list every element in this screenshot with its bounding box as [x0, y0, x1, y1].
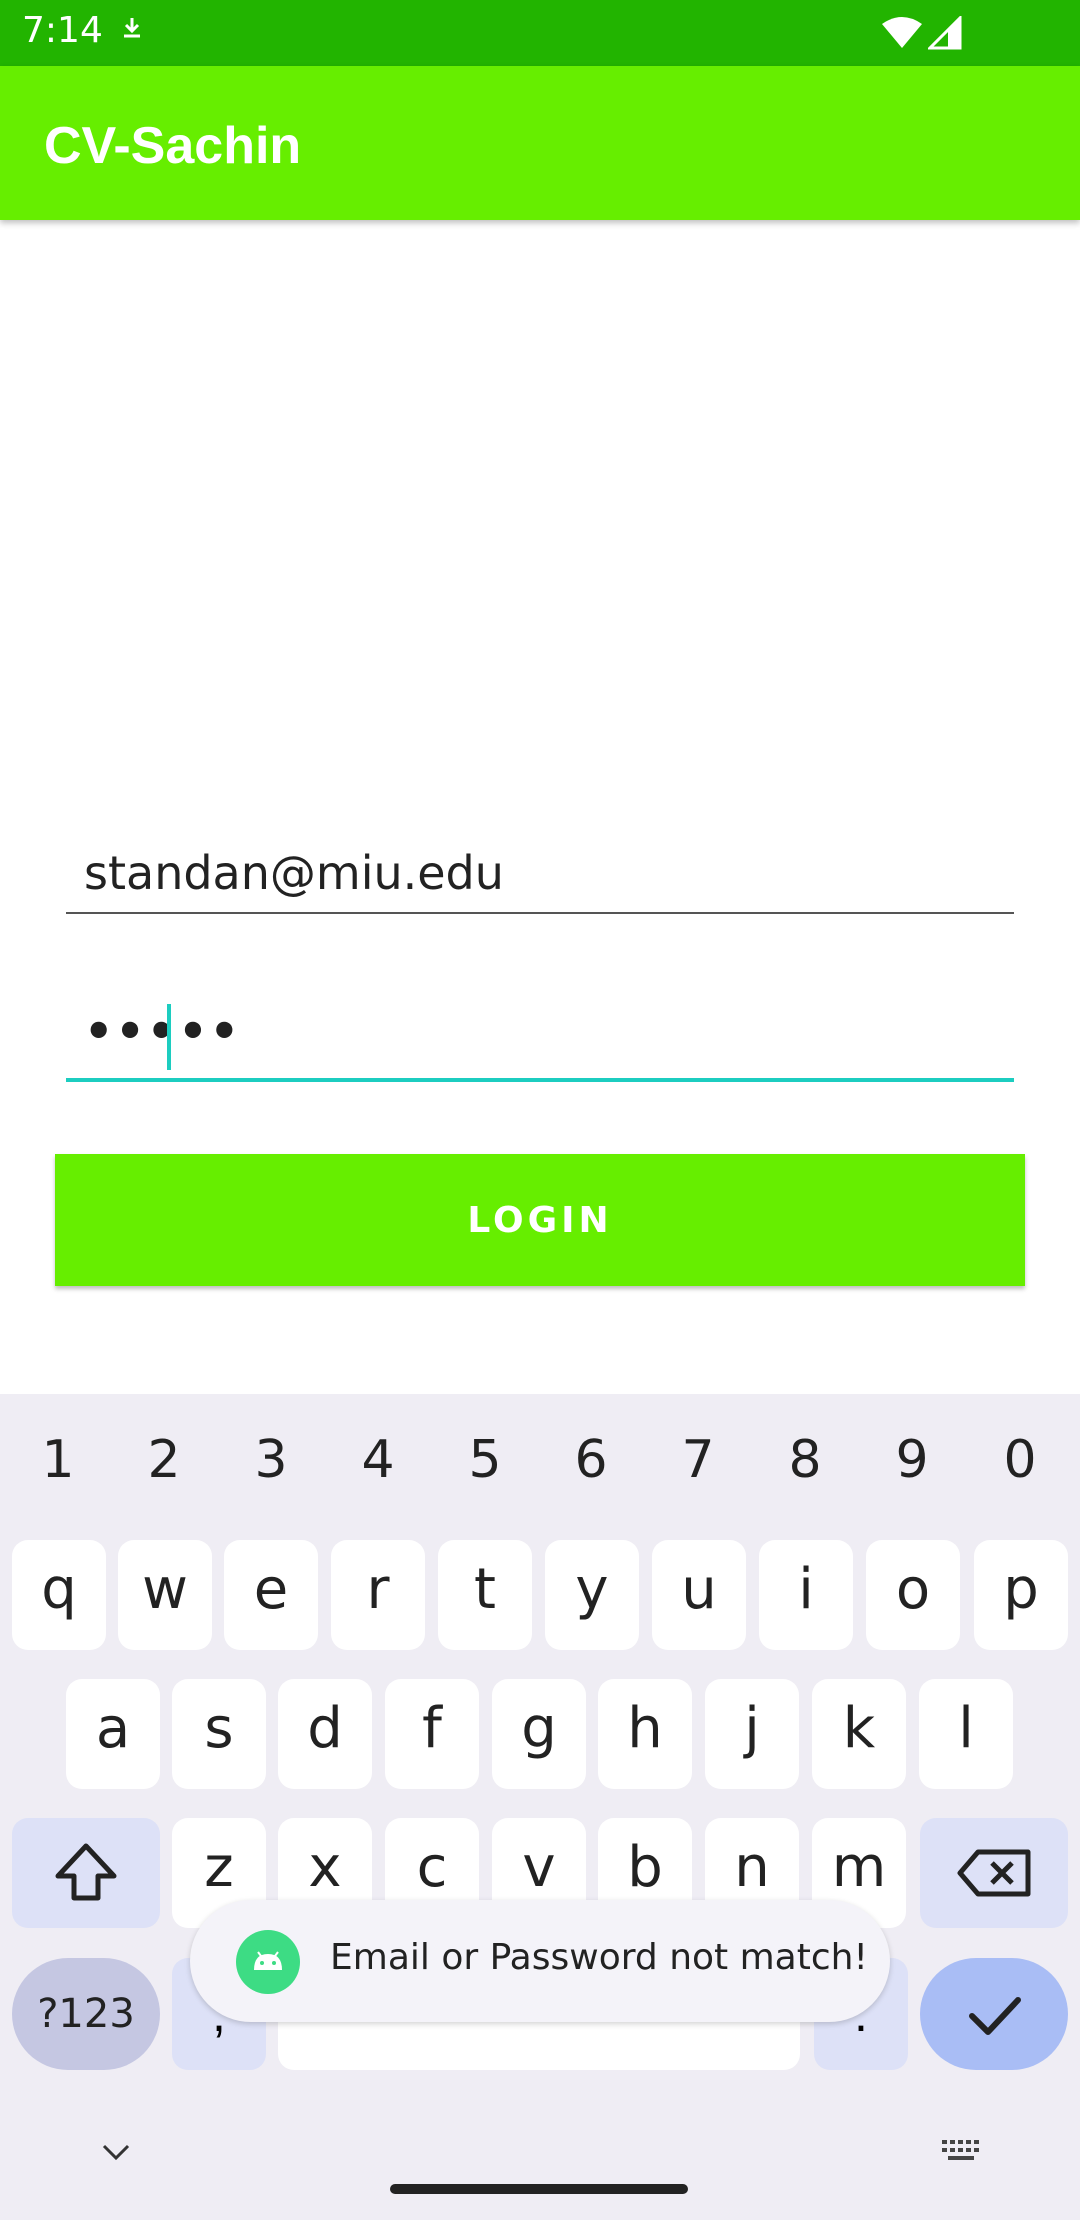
key-3[interactable]: 3 [231, 1430, 311, 1490]
password-field[interactable]: ••••• [66, 1000, 1014, 1082]
email-value: standan@miu.edu [84, 846, 504, 900]
download-icon [118, 14, 146, 47]
backspace-key[interactable] [920, 1818, 1068, 1928]
key-0[interactable]: 0 [980, 1430, 1060, 1490]
android-icon [236, 1930, 300, 1994]
status-bar: 7:14 [0, 0, 1080, 66]
checkmark-icon [969, 1997, 1021, 2035]
key-i[interactable]: i [759, 1540, 853, 1650]
key-9[interactable]: 9 [872, 1430, 952, 1490]
key-1[interactable]: 1 [18, 1430, 98, 1490]
key-r[interactable]: r [331, 1540, 425, 1650]
key-6[interactable]: 6 [551, 1430, 631, 1490]
chevron-down-icon[interactable] [96, 2136, 136, 2171]
toast-text: Email or Password not match! [330, 1937, 868, 1978]
keyboard [0, 1394, 1080, 2220]
symbols-key[interactable]: ?123 [12, 1958, 160, 2070]
key-4[interactable]: 4 [338, 1430, 418, 1490]
key-2[interactable]: 2 [124, 1430, 204, 1490]
key-l[interactable]: l [919, 1679, 1013, 1789]
key-g[interactable]: g [492, 1679, 586, 1789]
key-h[interactable]: h [598, 1679, 692, 1789]
toast-message: Email or Password not match! [190, 1900, 890, 2022]
key-o[interactable]: o [866, 1540, 960, 1650]
key-e[interactable]: e [224, 1540, 318, 1650]
key-d[interactable]: d [278, 1679, 372, 1789]
key-u[interactable]: u [652, 1540, 746, 1650]
login-button[interactable]: LOGIN [55, 1154, 1025, 1286]
key-a[interactable]: a [66, 1679, 160, 1789]
keyboard-switch-icon[interactable] [938, 2138, 986, 2173]
key-t[interactable]: t [438, 1540, 532, 1650]
key-w[interactable]: w [118, 1540, 212, 1650]
email-field[interactable]: standan@miu.edu [66, 840, 1014, 914]
key-k[interactable]: k [812, 1679, 906, 1789]
app-bar: CV-Sachin [0, 66, 1080, 220]
key-8[interactable]: 8 [765, 1430, 845, 1490]
backspace-icon [957, 1849, 1031, 1897]
key-7[interactable]: 7 [658, 1430, 738, 1490]
key-s[interactable]: s [172, 1679, 266, 1789]
status-time: 7:14 [22, 10, 103, 51]
wifi-icon [880, 16, 924, 55]
key-q[interactable]: q [12, 1540, 106, 1650]
key-j[interactable]: j [705, 1679, 799, 1789]
shift-key[interactable] [12, 1818, 160, 1928]
key-5[interactable]: 5 [445, 1430, 525, 1490]
text-cursor [167, 1004, 171, 1070]
key-p[interactable]: p [974, 1540, 1068, 1650]
key-y[interactable]: y [545, 1540, 639, 1650]
password-value: ••••• [84, 1004, 242, 1058]
gesture-bar[interactable] [390, 2184, 688, 2194]
signal-icon [926, 14, 962, 55]
enter-key[interactable] [920, 1958, 1068, 2070]
shift-icon [55, 1843, 117, 1901]
key-f[interactable]: f [385, 1679, 479, 1789]
app-title: CV-Sachin [44, 117, 302, 175]
